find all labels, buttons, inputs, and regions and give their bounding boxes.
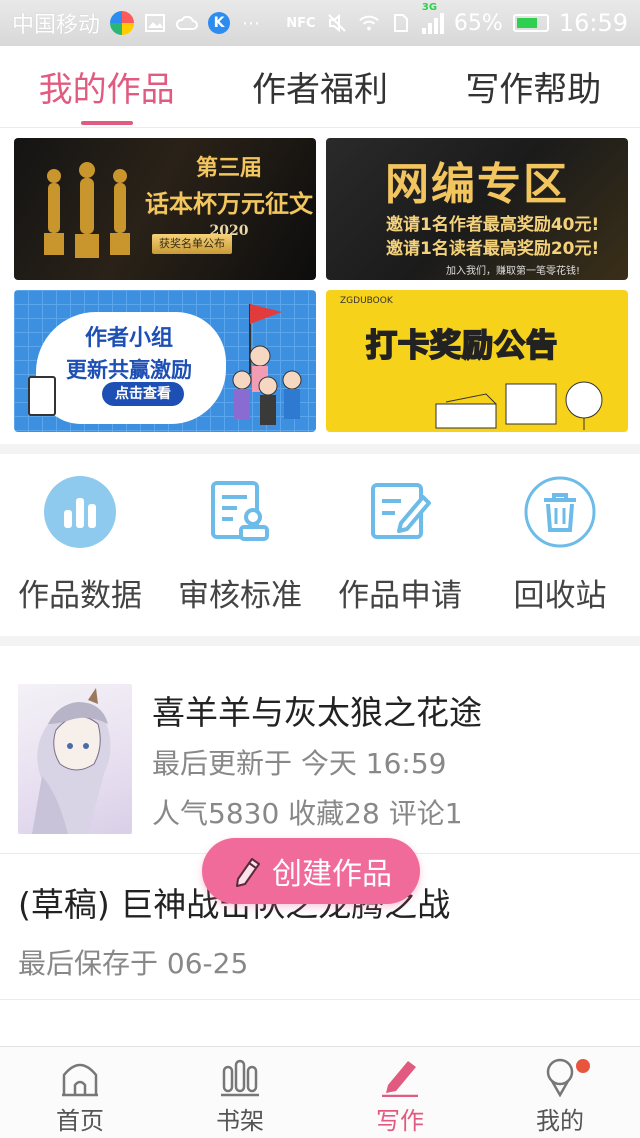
nav-label: 首页: [56, 1107, 104, 1135]
status-bar: 中国移动 K ⋯ NFC 3G 65% 16:59: [0, 0, 640, 46]
nav-profile[interactable]: 我的: [480, 1047, 640, 1138]
nav-write[interactable]: 写作: [320, 1047, 480, 1138]
work-list-item[interactable]: 喜羊羊与灰太狼之花途 最后更新于 今天 16:59 人气5830 收藏28 评论…: [0, 646, 640, 854]
home-icon: [62, 1063, 98, 1097]
bottom-navigation: 首页 书架 写作 我的: [0, 1046, 640, 1138]
work-last-updated: 最后更新于 今天 16:59: [152, 747, 447, 780]
banner-editor-footer: 加入我们，赚取第一笔零花钱!: [446, 266, 581, 277]
banner-grid: 第三届 话本杯万元征文 2020 获奖名单公布 网编专区 邀请1名作者最高奖励4…: [14, 138, 628, 432]
desk-illustration-image: [435, 381, 603, 430]
tab-writing-help[interactable]: 写作帮助: [427, 46, 640, 127]
action-recycle-bin[interactable]: 回收站: [480, 460, 640, 636]
banner-group-title: 作者小组 更新共赢激励: [54, 320, 204, 384]
banner-editor-title: 网编专区: [385, 159, 569, 210]
bar-chart-icon: [44, 476, 116, 548]
k-app-icon: K: [208, 12, 231, 34]
network-type: 3G: [421, 2, 438, 13]
nav-bookshelf[interactable]: 书架: [160, 1047, 320, 1138]
action-work-data[interactable]: 作品数据: [0, 460, 160, 636]
bookshelf-icon: [221, 1059, 259, 1097]
image-icon: [144, 12, 166, 34]
banner-contest-button: 获奖名单公布: [152, 234, 232, 254]
carrier-name: 中国移动: [12, 13, 101, 38]
banner-checkin-title: 打卡奖励公告: [365, 327, 558, 365]
sim-icon: [390, 12, 412, 34]
banner-contest[interactable]: 第三届 话本杯万元征文 2020 获奖名单公布: [14, 138, 316, 280]
banner-group-line2: 更新共赢激励: [66, 358, 192, 382]
banner-editor-line2: 邀请1名读者最高奖励20元!: [386, 239, 600, 259]
banner-editor-zone[interactable]: 网编专区 邀请1名作者最高奖励40元! 邀请1名读者最高奖励20元! 加入我们，…: [326, 138, 628, 280]
banner-author-group[interactable]: 作者小组 更新共赢激励 点击查看: [14, 290, 316, 432]
trash-icon: [524, 476, 596, 548]
section-divider: [0, 444, 640, 454]
action-label: 作品数据: [18, 578, 142, 614]
nfc-icon: NFC: [286, 15, 316, 31]
banner-contest-line2: 话本杯万元征文: [145, 189, 313, 218]
app-logo-icon: [110, 11, 135, 35]
more-notifications-icon: ⋯: [242, 12, 261, 34]
work-cover-image: [18, 684, 132, 834]
pencil-icon: [230, 854, 264, 888]
draft-last-saved: 最后保存于 06-25: [18, 947, 249, 980]
create-work-label: 创建作品: [272, 857, 392, 892]
notification-badge: [576, 1059, 590, 1073]
banner-group-button: 点击查看: [102, 382, 184, 406]
nav-label: 写作: [376, 1107, 424, 1135]
nav-label: 我的: [536, 1107, 584, 1135]
pen-icon: [382, 1061, 418, 1097]
signal-icon: [421, 12, 444, 34]
work-title: 喜羊羊与灰太狼之花途: [152, 693, 482, 732]
profile-icon: [546, 1058, 574, 1097]
signal-group: 3G: [421, 2, 444, 34]
status-left: 中国移动 K ⋯: [12, 7, 262, 39]
clock: 16:59: [558, 9, 628, 37]
work-stats: 人气5830 收藏28 评论1: [152, 797, 463, 830]
cartoon-people-image: [232, 304, 302, 425]
status-right: NFC 3G 65% 16:59: [286, 2, 628, 37]
banner-editor-line1: 邀请1名作者最高奖励40元!: [386, 215, 600, 235]
top-tabs: 我的作品 作者福利 写作帮助: [0, 46, 640, 128]
create-work-button[interactable]: 创建作品: [202, 838, 420, 904]
review-document-icon: [204, 476, 276, 548]
mute-icon: [326, 12, 348, 34]
banner-checkin-brand: ZGDUBOOK: [340, 296, 393, 306]
action-label: 审核标准: [178, 578, 302, 614]
tab-label: 作者福利: [251, 70, 388, 110]
clipboard-icon: [28, 376, 56, 416]
action-work-application[interactable]: 作品申请: [320, 460, 480, 636]
nav-home[interactable]: 首页: [0, 1047, 160, 1138]
section-divider: [0, 636, 640, 646]
action-label: 回收站: [513, 578, 607, 614]
action-label: 作品申请: [338, 578, 462, 614]
banner-group-line1: 作者小组: [84, 326, 173, 351]
battery-percent: 65%: [453, 10, 503, 36]
quick-actions: 作品数据 审核标准 作品申请 回收站: [0, 460, 640, 636]
cloud-icon: [176, 12, 198, 34]
nav-label: 书架: [216, 1107, 264, 1135]
tab-author-benefits[interactable]: 作者福利: [213, 46, 426, 127]
battery-icon: [512, 14, 549, 32]
banner-contest-line1: 第三届: [195, 155, 262, 181]
wifi-icon: [358, 12, 380, 34]
edit-document-icon: [364, 476, 436, 548]
tab-my-works[interactable]: 我的作品: [0, 46, 213, 127]
active-tab-indicator: [80, 121, 133, 125]
banner-checkin[interactable]: ZGDUBOOK 打卡奖励公告: [326, 290, 628, 432]
tab-label: 写作帮助: [465, 70, 602, 110]
tab-label: 我的作品: [38, 70, 175, 110]
action-review-standards[interactable]: 审核标准: [160, 460, 320, 636]
trophy-statues-image: [44, 162, 130, 258]
banner-contest-title: 第三届 话本杯万元征文 2020: [144, 150, 314, 239]
